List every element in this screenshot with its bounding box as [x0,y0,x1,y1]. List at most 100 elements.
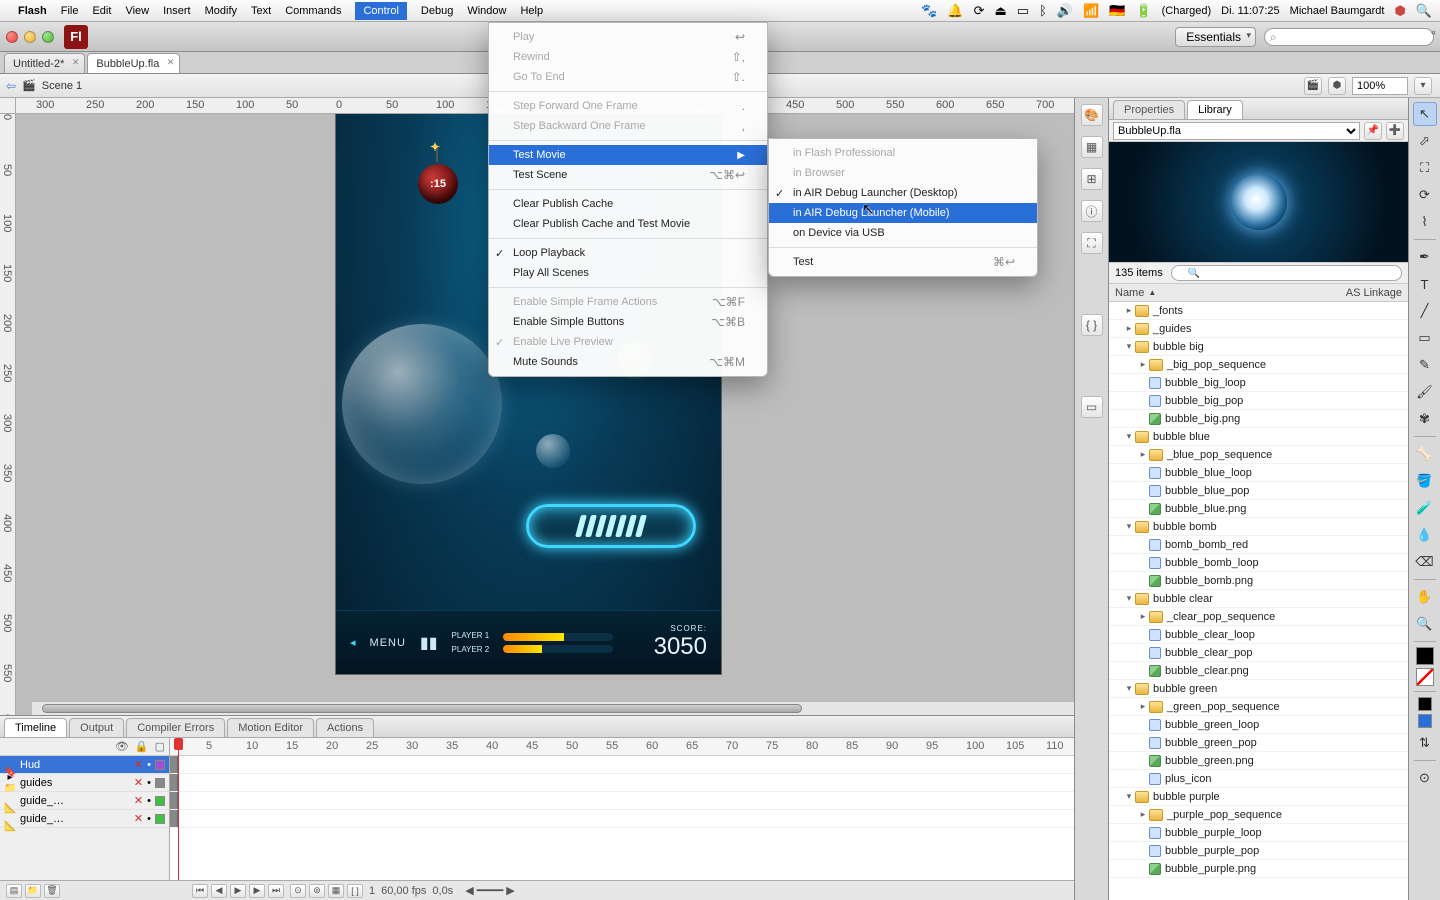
library-item[interactable]: ▸_fonts [1109,302,1408,320]
ink-bottle-tool-icon[interactable]: 🧪 [1413,496,1437,520]
menu-insert[interactable]: Insert [163,5,191,17]
minimize-window[interactable] [24,31,36,43]
clock[interactable]: Di. 11:07:25 [1221,5,1280,17]
library-item[interactable]: bubble_big_pop [1109,392,1408,410]
library-item[interactable]: bubble_green_loop [1109,716,1408,734]
selection-tool-icon[interactable]: ↖ [1413,102,1437,126]
new-layer-icon[interactable]: ▤ [6,884,22,898]
menu-control[interactable]: Control [355,2,406,20]
scene-label[interactable]: Scene 1 [42,80,82,92]
paint-bucket-tool-icon[interactable]: 🪣 [1413,469,1437,493]
fill-swatch[interactable] [1416,668,1434,686]
hand-tool-icon[interactable]: ✋ [1413,585,1437,609]
workspace-switcher[interactable]: Essentials [1175,27,1256,47]
onion-outline-icon[interactable]: ⊚ [309,884,325,898]
menu-view[interactable]: View [125,5,149,17]
library-item[interactable]: bubble_clear_loop [1109,626,1408,644]
library-item[interactable]: bubble_purple_loop [1109,824,1408,842]
onion-markers-icon[interactable]: [ ] [347,884,363,898]
menu-file[interactable]: File [61,5,79,17]
library-item[interactable]: bubble_blue_pop [1109,482,1408,500]
dock-transform-icon[interactable]: ⛶ [1081,232,1103,254]
library-item[interactable]: ▾bubble clear [1109,590,1408,608]
3d-rotation-tool-icon[interactable]: ⟳ [1413,183,1437,207]
library-item[interactable]: bubble_bomb.png [1109,572,1408,590]
pin-library-icon[interactable]: 📌 [1364,122,1382,140]
library-item[interactable]: bubble_clear_pop [1109,644,1408,662]
library-item[interactable]: bubble_blue.png [1109,500,1408,518]
doc-tab[interactable]: BubbleUp.fla✕ [87,53,180,73]
library-item[interactable]: ▾bubble purple [1109,788,1408,806]
paw-icon[interactable]: 🐾 [921,3,937,19]
next-frame-icon[interactable]: ▶ [249,884,265,898]
sync-icon[interactable]: ⟳ [974,3,985,19]
volume-icon[interactable]: 🔊 [1057,3,1073,19]
subselection-tool-icon[interactable]: ⬀ [1413,129,1437,153]
library-item[interactable]: bubble_big.png [1109,410,1408,428]
display-icon[interactable]: ▭ [1017,3,1029,19]
library-item[interactable]: ▸_clear_pop_sequence [1109,608,1408,626]
frame-ruler[interactable]: 5101520253035404550556065707580859095100… [170,738,1074,756]
dock-swatches-icon[interactable]: ▦ [1081,136,1103,158]
user-name[interactable]: Michael Baumgardt [1290,5,1385,17]
timeline-hscrollbar[interactable]: ◀ ━━━━ ▶ [465,884,515,897]
lock-icon[interactable]: 🔒 [135,740,149,753]
menu-text[interactable]: Text [251,5,271,17]
library-columns[interactable]: Name ▲ AS Linkage [1109,284,1408,302]
lasso-tool-icon[interactable]: ⌇ [1413,210,1437,234]
library-item[interactable]: bubble_green.png [1109,752,1408,770]
collapse-icon[interactable]: « [1431,27,1436,37]
tab-library[interactable]: Library [1187,100,1243,119]
library-list[interactable]: ▸_fonts▸_guides▾bubble big▸_big_pop_sequ… [1109,302,1408,900]
menu-item[interactable]: Mute Sounds⌥⌘M [489,352,767,372]
col-linkage[interactable]: AS Linkage [1346,287,1402,299]
stage-hscrollbar[interactable] [32,701,1074,715]
library-item[interactable]: bubble_purple_pop [1109,842,1408,860]
library-item[interactable]: bubble_clear.png [1109,662,1408,680]
library-item[interactable]: ▾bubble big [1109,338,1408,356]
library-item[interactable]: bubble_bomb_loop [1109,554,1408,572]
zoom-tool-icon[interactable]: 🔍 [1413,612,1437,636]
close-tab-icon[interactable]: ✕ [167,57,175,68]
last-frame-icon[interactable]: ⏭ [268,884,284,898]
frame-row[interactable] [170,756,1074,774]
menu-item[interactable]: Test Scene⌥⌘↩ [489,165,767,185]
submenu-item[interactable]: ✓in AIR Debug Launcher (Desktop) [769,183,1037,203]
edit-scene-icon[interactable]: 🎬 [1304,77,1322,95]
bell-icon[interactable]: 🔔 [947,3,963,19]
timeline-tab[interactable]: Actions [316,718,374,737]
dock-code-icon[interactable]: { } [1081,314,1103,336]
menu-item[interactable]: Enable Simple Buttons⌥⌘B [489,312,767,332]
timeline-tab[interactable]: Compiler Errors [126,718,225,737]
library-item[interactable]: ▸_purple_pop_sequence [1109,806,1408,824]
frames-area[interactable]: 5101520253035404550556065707580859095100… [170,738,1074,880]
library-item[interactable]: bubble_big_loop [1109,374,1408,392]
eyedropper-tool-icon[interactable]: 💧 [1413,523,1437,547]
frame-row[interactable] [170,810,1074,828]
submenu-item[interactable]: in AIR Debug Launcher (Mobile) [769,203,1037,223]
library-item[interactable]: bubble_green_pop [1109,734,1408,752]
eject-icon[interactable]: ⏏ [994,3,1006,19]
layer-row[interactable]: 📐guide_…✕• [0,810,169,828]
menu-item[interactable]: Play All Scenes [489,263,767,283]
library-search[interactable] [1171,265,1402,281]
control-menu[interactable]: Play↩Rewind⇧,Go To End⇧.Step Forward One… [488,22,768,377]
zoom-window[interactable] [42,31,54,43]
menu-item[interactable]: ✓Loop Playback [489,243,767,263]
layer-row[interactable]: 📐guide_…✕• [0,792,169,810]
close-window[interactable] [6,31,18,43]
tab-properties[interactable]: Properties [1113,100,1185,119]
bone-tool-icon[interactable]: 🦴 [1413,442,1437,466]
new-library-icon[interactable]: ➕ [1386,122,1404,140]
col-name[interactable]: Name [1115,287,1144,299]
outline-icon[interactable]: ▢ [155,740,165,753]
library-item[interactable]: ▸_big_pop_sequence [1109,356,1408,374]
free-transform-tool-icon[interactable]: ⛶ [1413,156,1437,180]
snap-icon[interactable]: ⊙ [1413,766,1437,790]
onion-skin-icon[interactable]: ⊙ [290,884,306,898]
library-item[interactable]: bomb_bomb_red [1109,536,1408,554]
timeline-tab[interactable]: Timeline [4,718,67,737]
brush-tool-icon[interactable]: 🖌 [1413,380,1437,404]
color-black[interactable] [1418,697,1432,711]
close-tab-icon[interactable]: ✕ [72,57,80,68]
